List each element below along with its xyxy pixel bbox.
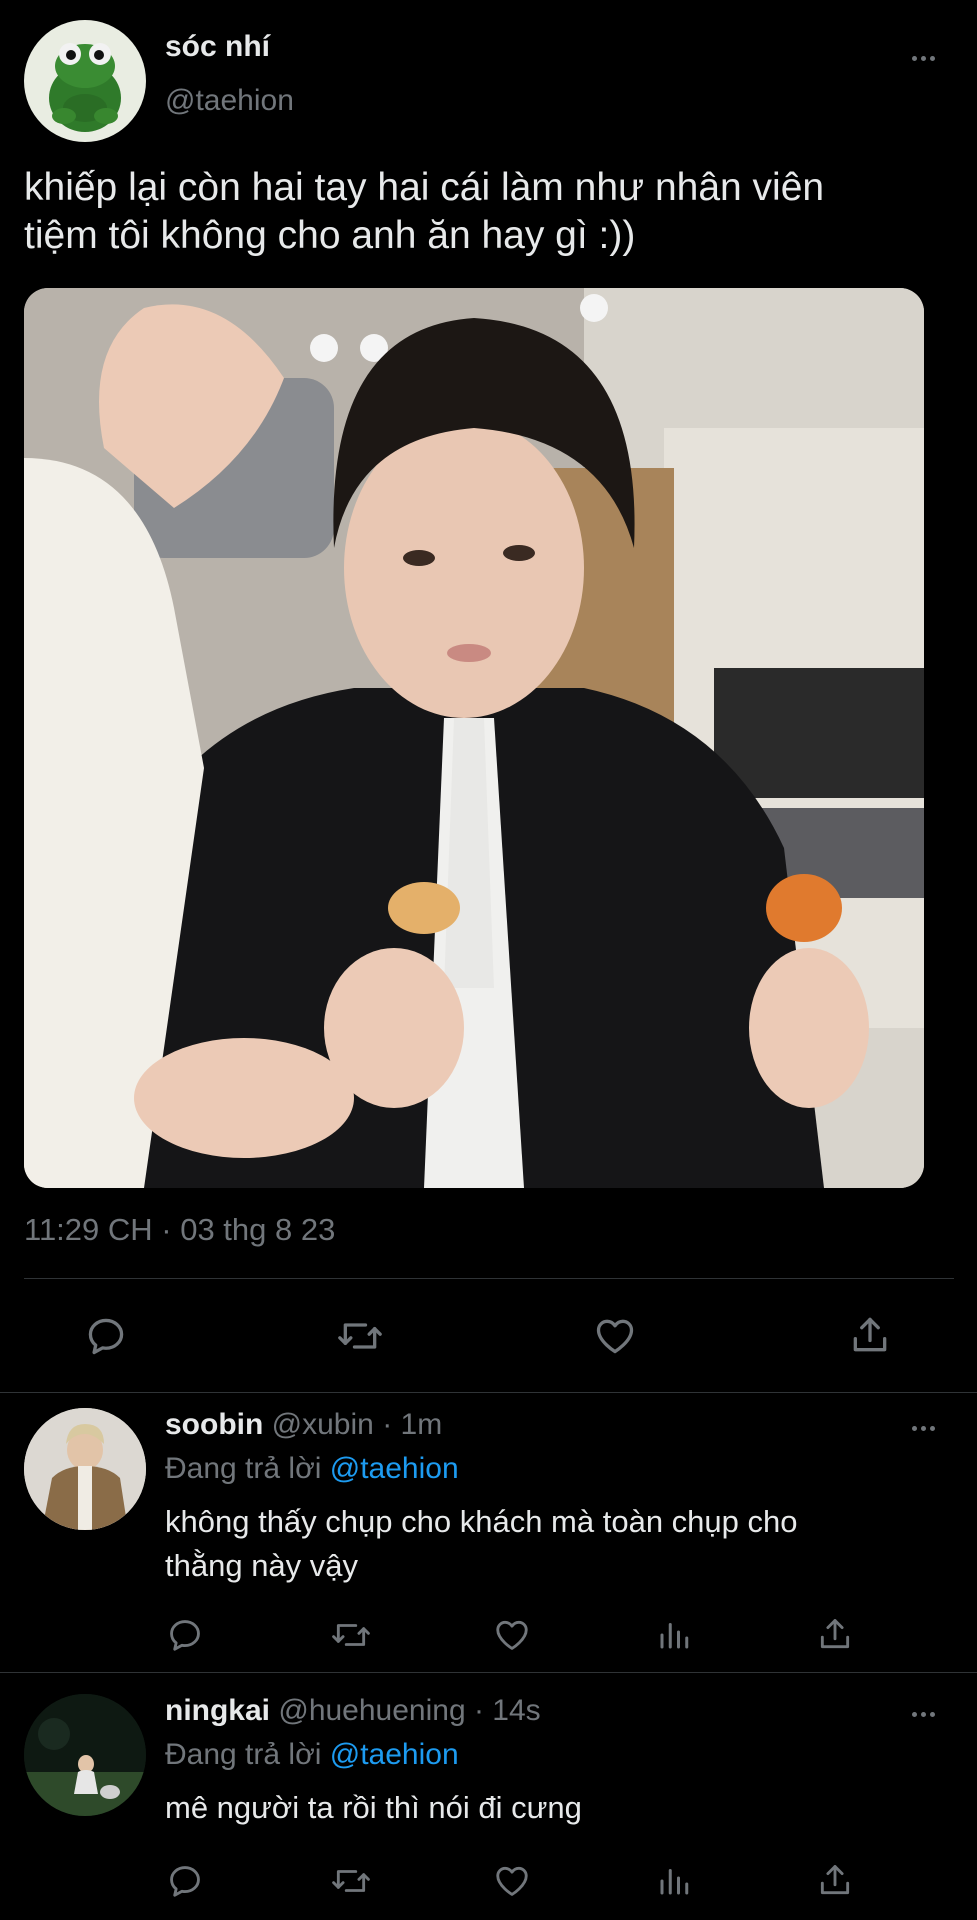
reply-avatar[interactable] bbox=[24, 1694, 146, 1816]
reply-display-name[interactable]: soobin bbox=[165, 1408, 263, 1441]
author-display-name[interactable]: sóc nhí bbox=[165, 30, 270, 64]
frog-avatar-image bbox=[49, 43, 121, 132]
tweet-text-line-2: tiệm tôi không cho anh ăn hay gì :)) bbox=[24, 214, 636, 257]
reply-display-name[interactable]: ningkai bbox=[165, 1694, 270, 1727]
divider bbox=[0, 1392, 977, 1393]
like-icon[interactable] bbox=[492, 1862, 532, 1900]
more-options-icon[interactable] bbox=[912, 1426, 935, 1431]
reply-icon[interactable] bbox=[84, 1314, 128, 1358]
retweet-icon[interactable] bbox=[330, 1616, 372, 1654]
tweet-text-line-1: khiếp lại còn hai tay hai cái làm như nh… bbox=[24, 166, 825, 209]
reply-header: soobin @xubin · 1m bbox=[165, 1408, 442, 1442]
replying-to-link[interactable]: @taehion bbox=[330, 1738, 459, 1771]
person-avatar-image bbox=[24, 1694, 146, 1816]
reply-time[interactable]: · 1m bbox=[382, 1408, 442, 1441]
replying-to-line: Đang trả lời @taehion bbox=[165, 1452, 459, 1486]
author-avatar[interactable] bbox=[24, 20, 146, 142]
reply-text-line-1: không thấy chụp cho khách mà toàn chụp c… bbox=[165, 1504, 798, 1539]
share-icon[interactable] bbox=[848, 1312, 892, 1358]
divider bbox=[0, 1672, 977, 1673]
reply-icon[interactable] bbox=[166, 1616, 204, 1654]
analytics-icon[interactable] bbox=[656, 1862, 692, 1900]
retweet-icon[interactable] bbox=[330, 1862, 372, 1900]
tweet-timestamp[interactable]: 11:29 CH · 03 thg 8 23 bbox=[24, 1212, 335, 1248]
reply-header: ningkai @huehuening · 14s bbox=[165, 1694, 541, 1728]
author-handle[interactable]: @taehion bbox=[165, 84, 294, 118]
more-options-icon[interactable] bbox=[912, 1712, 935, 1717]
person-avatar-image bbox=[24, 1408, 146, 1530]
reply-text-line-1: mê người ta rồi thì nói đi cưng bbox=[165, 1790, 582, 1825]
tweet-photo[interactable] bbox=[24, 288, 924, 1188]
share-icon[interactable] bbox=[816, 1860, 854, 1900]
replying-to-line: Đang trả lời @taehion bbox=[165, 1738, 459, 1772]
like-icon[interactable] bbox=[492, 1616, 532, 1654]
divider bbox=[24, 1278, 954, 1279]
reply-avatar[interactable] bbox=[24, 1408, 146, 1530]
reply-handle[interactable]: @huehuening bbox=[278, 1694, 465, 1727]
retweet-icon[interactable] bbox=[336, 1314, 384, 1358]
more-options-icon[interactable] bbox=[912, 56, 935, 61]
photo-image bbox=[24, 288, 924, 1188]
share-icon[interactable] bbox=[816, 1614, 854, 1654]
reply-icon[interactable] bbox=[166, 1862, 204, 1900]
reply-text-line-2: thằng này vậy bbox=[165, 1548, 359, 1583]
replying-to-link[interactable]: @taehion bbox=[330, 1452, 459, 1485]
reply-handle[interactable]: @xubin bbox=[272, 1408, 374, 1441]
replying-prefix: Đang trả lời bbox=[165, 1452, 322, 1485]
like-icon[interactable] bbox=[592, 1314, 638, 1358]
analytics-icon[interactable] bbox=[656, 1616, 692, 1654]
replying-prefix: Đang trả lời bbox=[165, 1738, 322, 1771]
reply-time[interactable]: · 14s bbox=[474, 1694, 541, 1727]
